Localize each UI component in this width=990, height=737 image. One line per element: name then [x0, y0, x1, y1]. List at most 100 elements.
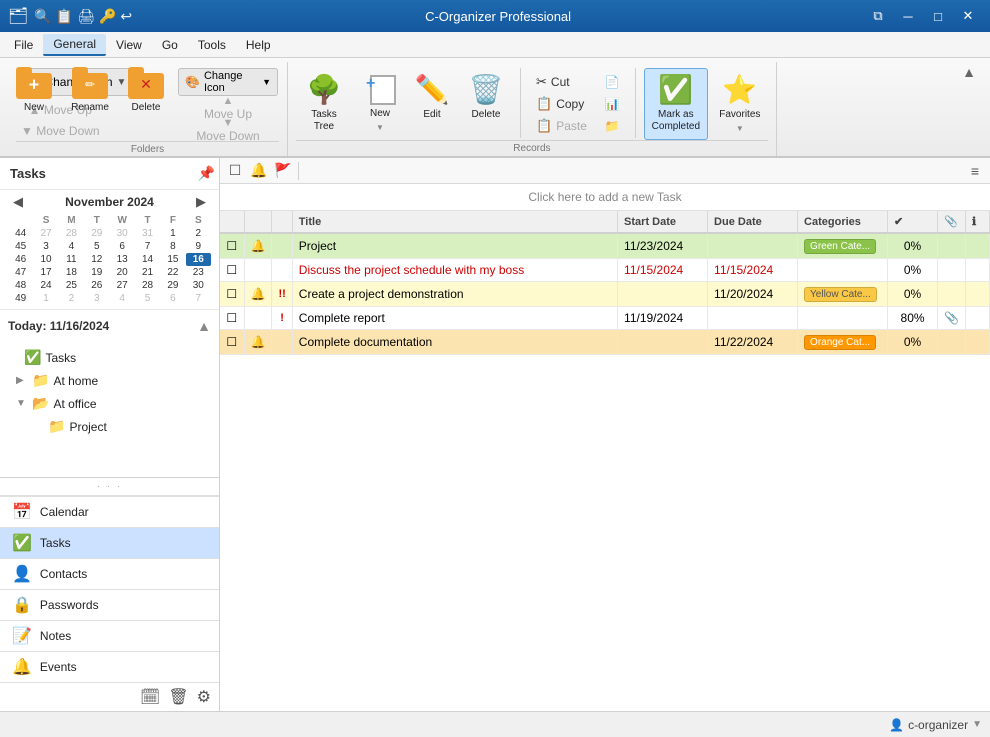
- search-icon[interactable]: 🔍: [34, 8, 51, 25]
- cal-day[interactable]: 22: [160, 266, 185, 279]
- toolbar-flag-button[interactable]: 🚩: [272, 160, 294, 182]
- toolbar-sound-button[interactable]: 🔔: [248, 160, 270, 182]
- cal-day[interactable]: 20: [110, 266, 135, 279]
- delete-folder-button[interactable]: ✕ Delete: [120, 62, 172, 134]
- tasks-add-bar[interactable]: Click here to add a new Task: [220, 184, 990, 211]
- print-icon[interactable]: 🖨: [77, 8, 95, 25]
- cal-day[interactable]: 11: [59, 253, 84, 266]
- table-row[interactable]: ☐ Discuss the project schedule with my bo…: [220, 259, 990, 282]
- cal-day[interactable]: 16: [186, 253, 211, 266]
- menu-tools[interactable]: Tools: [188, 35, 236, 55]
- task-check[interactable]: ☐: [220, 233, 244, 259]
- task-title[interactable]: Create a project demonstration: [292, 282, 617, 307]
- cal-day[interactable]: 7: [135, 240, 160, 253]
- nav-item-notes[interactable]: 📝Notes: [0, 620, 219, 651]
- tree-item-project[interactable]: 📁Project: [0, 415, 219, 438]
- maximize-button[interactable]: □: [924, 6, 952, 26]
- paste-button[interactable]: 📋 Paste: [529, 116, 594, 136]
- cal-day[interactable]: 31: [135, 227, 160, 240]
- col-header-start[interactable]: Start Date: [618, 211, 708, 233]
- table-row[interactable]: ☐!Complete report11/19/202480%📎: [220, 307, 990, 330]
- cal-day[interactable]: 29: [160, 279, 185, 292]
- task-check[interactable]: ☐: [220, 330, 244, 355]
- sidebar-pin-button[interactable]: 📌: [198, 165, 215, 182]
- tasks-tree-button[interactable]: 🌳 Tasks Tree: [296, 68, 352, 140]
- new-folder-button[interactable]: + New: [8, 62, 60, 134]
- cal-day[interactable]: 25: [59, 279, 84, 292]
- cal-day[interactable]: 5: [84, 240, 109, 253]
- cal-day[interactable]: 7: [186, 292, 211, 305]
- clipboard-icon[interactable]: 📋: [56, 8, 73, 25]
- cal-day[interactable]: 14: [135, 253, 160, 266]
- col-header-complete[interactable]: ✔: [888, 211, 938, 233]
- tree-item-at-office[interactable]: ▼📂At office: [0, 392, 219, 415]
- nav-item-passwords[interactable]: 🔒Passwords: [0, 589, 219, 620]
- cal-day[interactable]: 8: [160, 240, 185, 253]
- col-header-categories[interactable]: Categories: [798, 211, 888, 233]
- toolbar-new-button[interactable]: ☐: [224, 160, 246, 182]
- table-row[interactable]: ☐🔔Complete documentation11/22/2024Orange…: [220, 330, 990, 355]
- nav-trash-icon[interactable]: 🗑: [168, 687, 188, 707]
- cal-day[interactable]: 6: [160, 292, 185, 305]
- cal-day[interactable]: 13: [110, 253, 135, 266]
- rename-folder-button[interactable]: ✏ Rename: [62, 62, 118, 134]
- col-header-title[interactable]: Title: [292, 211, 617, 233]
- cal-day[interactable]: 23: [186, 266, 211, 279]
- cal-day[interactable]: 28: [59, 227, 84, 240]
- menu-general[interactable]: General: [43, 34, 106, 56]
- favorites-button[interactable]: ⭐ Favorites ▼: [712, 68, 768, 140]
- mark-completed-button[interactable]: ✅ Mark as Completed: [644, 68, 708, 140]
- cut-button[interactable]: ✂ Cut: [529, 72, 594, 92]
- nav-item-tasks[interactable]: ✅Tasks: [0, 527, 219, 558]
- nav-item-events[interactable]: 🔔Events: [0, 651, 219, 682]
- cal-prev-button[interactable]: ◀: [8, 194, 28, 210]
- today-collapse-button[interactable]: ▲: [197, 318, 211, 334]
- cal-day[interactable]: 6: [110, 240, 135, 253]
- ribbon-collapse-button[interactable]: ▲: [956, 62, 982, 82]
- cal-day[interactable]: 30: [186, 279, 211, 292]
- cal-day[interactable]: 9: [186, 240, 211, 253]
- cal-day[interactable]: 29: [84, 227, 109, 240]
- cal-day[interactable]: 3: [33, 240, 58, 253]
- delete-record-button[interactable]: 🗑️ Delete: [460, 68, 512, 140]
- task-title[interactable]: Discuss the project schedule with my bos…: [292, 259, 617, 282]
- nav-item-contacts[interactable]: 👤Contacts: [0, 558, 219, 589]
- restore-button[interactable]: ⧉: [864, 6, 892, 26]
- menu-view[interactable]: View: [106, 35, 152, 55]
- menu-go[interactable]: Go: [152, 35, 188, 55]
- tree-item-at-home[interactable]: ▶📁At home: [0, 369, 219, 392]
- task-title[interactable]: Complete report: [292, 307, 617, 330]
- task-check[interactable]: ☐: [220, 307, 244, 330]
- task-check[interactable]: ☐: [220, 282, 244, 307]
- cal-next-button[interactable]: ▶: [191, 194, 211, 210]
- cal-day[interactable]: 18: [59, 266, 84, 279]
- dots-handle[interactable]: · · ·: [97, 481, 123, 492]
- edit-record-button[interactable]: ✏️ Edit: [408, 68, 456, 140]
- change-icon-button2[interactable]: 🎨 Change Icon ▼: [178, 68, 278, 96]
- cal-day[interactable]: 28: [135, 279, 160, 292]
- cal-day[interactable]: 17: [33, 266, 58, 279]
- undo-icon[interactable]: ↩: [120, 8, 132, 25]
- nav-item-calendar[interactable]: 📅Calendar: [0, 496, 219, 527]
- cal-day[interactable]: 15: [160, 253, 185, 266]
- menu-file[interactable]: File: [4, 35, 43, 55]
- nav-settings-icon[interactable]: ⚙: [197, 687, 211, 707]
- cal-day[interactable]: 4: [110, 292, 135, 305]
- cal-day[interactable]: 3: [84, 292, 109, 305]
- table-row[interactable]: ☐🔔!!Create a project demonstration11/20/…: [220, 282, 990, 307]
- cal-day[interactable]: 1: [33, 292, 58, 305]
- new-record-button[interactable]: + New ▼: [356, 68, 404, 140]
- tree-item-tasks[interactable]: ✅Tasks: [0, 346, 219, 369]
- minimize-button[interactable]: ─: [894, 6, 922, 26]
- status-dropdown-button[interactable]: ▼: [972, 719, 982, 730]
- cal-day[interactable]: 10: [33, 253, 58, 266]
- cal-day[interactable]: 21: [135, 266, 160, 279]
- task-check[interactable]: ☐: [220, 259, 244, 282]
- cal-day[interactable]: 5: [135, 292, 160, 305]
- table-row[interactable]: ☐🔔Project11/23/2024Green Cate...0%: [220, 233, 990, 259]
- col-header-due[interactable]: Due Date: [708, 211, 798, 233]
- nav-calendar-icon[interactable]: 🗓: [140, 687, 160, 707]
- cal-day[interactable]: 27: [110, 279, 135, 292]
- key-icon[interactable]: 🔑: [99, 8, 116, 25]
- cal-day[interactable]: 2: [186, 227, 211, 240]
